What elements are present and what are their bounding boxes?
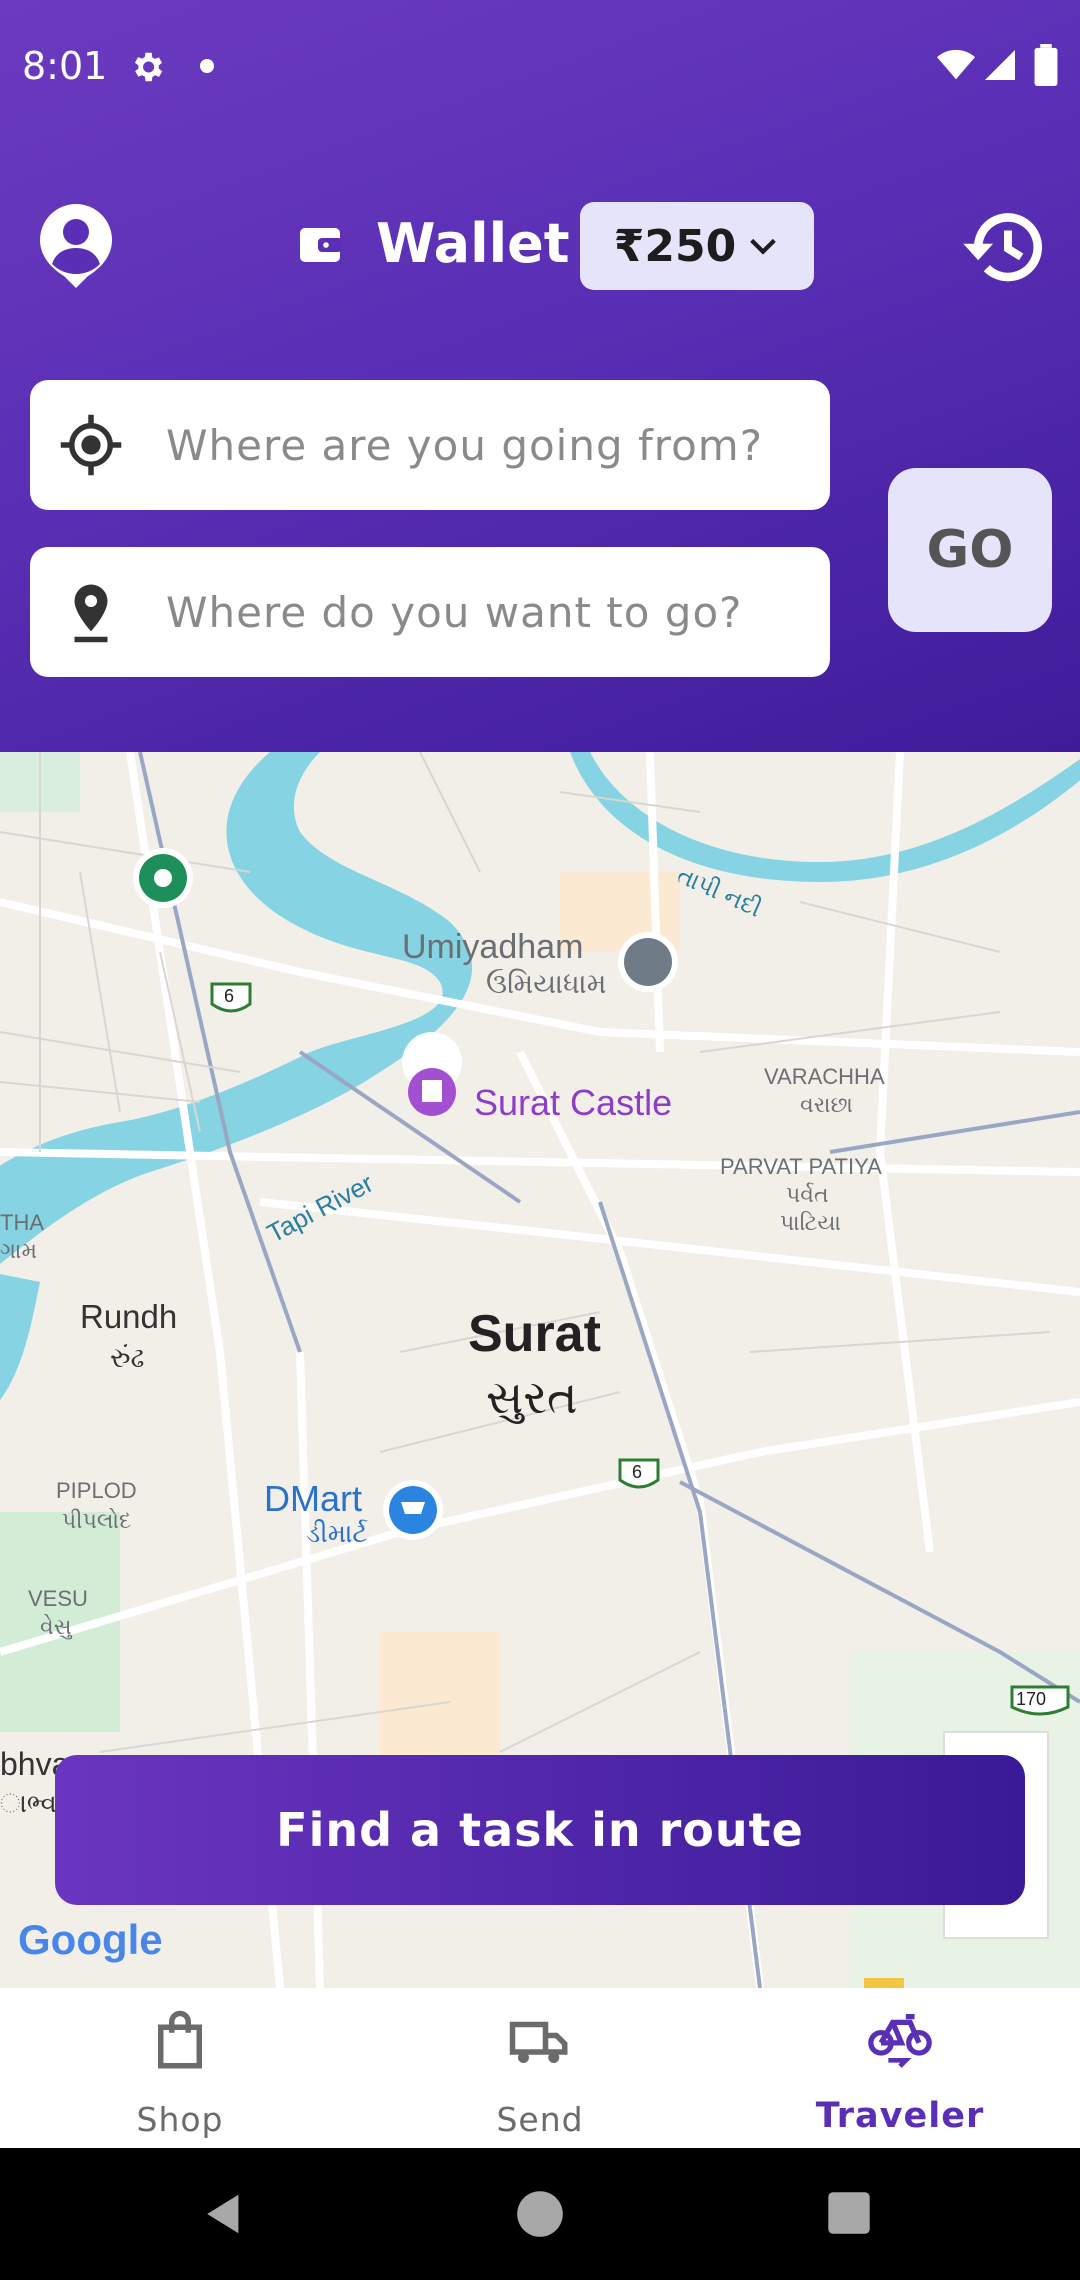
map-label-piplod: PIPLOD (56, 1478, 137, 1503)
profile-icon[interactable] (36, 204, 116, 288)
map-label-surat-castle[interactable]: Surat Castle (474, 1082, 672, 1124)
map-label-varachha: VARACHHA (764, 1064, 885, 1089)
map-label-parvat-gu1: પર્વત (786, 1182, 829, 1207)
find-task-in-route-button[interactable]: Find a task in route (55, 1755, 1025, 1905)
map-label-surat: Surat (468, 1305, 601, 1363)
map-label-parvat-patiya: PARVAT PATIYA (720, 1154, 882, 1179)
recents-icon[interactable] (826, 2190, 872, 2236)
wifi-icon (937, 49, 975, 80)
wallet-icon (300, 228, 342, 262)
nav-tab-traveler[interactable]: Traveler (720, 1988, 1080, 2148)
battery-icon (1034, 44, 1058, 86)
app-header: 8:01 Wallet ₹250 Where are you going fro… (0, 0, 1080, 752)
map-label-umiyadham: Umiyadham (402, 928, 584, 966)
map-label-rundh-gu: રુંઢ (110, 1342, 145, 1373)
map-label-bhva-gu: ાભ્વ (0, 1788, 57, 1818)
map-label-dmart[interactable]: DMart (264, 1478, 362, 1520)
go-label: GO (926, 520, 1014, 580)
back-icon[interactable] (200, 2190, 248, 2238)
cell-signal-icon (985, 50, 1015, 80)
find-task-label: Find a task in route (276, 1803, 804, 1857)
bottom-navigation: Shop Send Traveler (0, 1988, 1080, 2148)
google-logo: Google (18, 1916, 163, 1963)
map-label-rundh: Rundh (80, 1298, 178, 1335)
from-placeholder: Where are you going from? (166, 420, 764, 470)
to-location-input[interactable]: Where do you want to go? (30, 547, 830, 677)
nav-label-send: Send (496, 2100, 584, 2139)
go-button[interactable]: GO (888, 468, 1052, 632)
highway-170-label: 170 (1016, 1689, 1047, 1709)
status-time: 8:01 (22, 44, 108, 88)
to-placeholder: Where do you want to go? (166, 587, 743, 637)
map-label-gam: ગામ (0, 1238, 37, 1263)
map-label-vesu: VESU (28, 1586, 88, 1611)
status-bar: 8:01 (0, 0, 1080, 130)
map-label-umiyadham-gu: ઉમિયાધામ (486, 968, 607, 999)
map-label-piplod-gu: પીપલોદ (62, 1508, 132, 1533)
map-label-surat-gu: સુરત (486, 1371, 578, 1423)
location-pin-icon (74, 584, 108, 643)
map-label-varachha-gu: વરાછા (800, 1092, 853, 1117)
map-label-dmart-gu: ડીમાર્ટ (306, 1518, 368, 1548)
nav-label-traveler: Traveler (815, 2096, 985, 2136)
my-location-icon (60, 414, 122, 476)
wallet-balance-dropdown[interactable]: ₹250 (580, 202, 814, 290)
wallet-title: Wallet (376, 212, 570, 275)
home-icon[interactable] (516, 2190, 564, 2238)
notification-dot-icon (200, 59, 214, 73)
settings-gear-icon (134, 52, 163, 82)
from-location-input[interactable]: Where are you going from? (30, 380, 830, 510)
system-navigation-bar (0, 2148, 1080, 2280)
map-label-parvat-gu2: પાટિયા (780, 1210, 841, 1235)
delivery-truck-icon (509, 2021, 568, 2063)
map-label-vesu-gu: વેસુ (40, 1614, 72, 1639)
history-icon[interactable] (960, 206, 1046, 288)
wallet-balance: ₹250 (613, 220, 737, 272)
nav-tab-shop[interactable]: Shop (0, 1988, 360, 2148)
highway-6-label: 6 (224, 986, 235, 1006)
shopping-bag-icon (158, 2010, 202, 2069)
nav-tab-send[interactable]: Send (360, 1988, 720, 2148)
highway-6-label: 6 (632, 1462, 643, 1482)
bicycle-icon (868, 2013, 932, 2068)
nav-label-shop: Shop (136, 2100, 224, 2139)
map-label-tha: THA (0, 1210, 44, 1235)
chevron-down-icon (750, 238, 777, 255)
